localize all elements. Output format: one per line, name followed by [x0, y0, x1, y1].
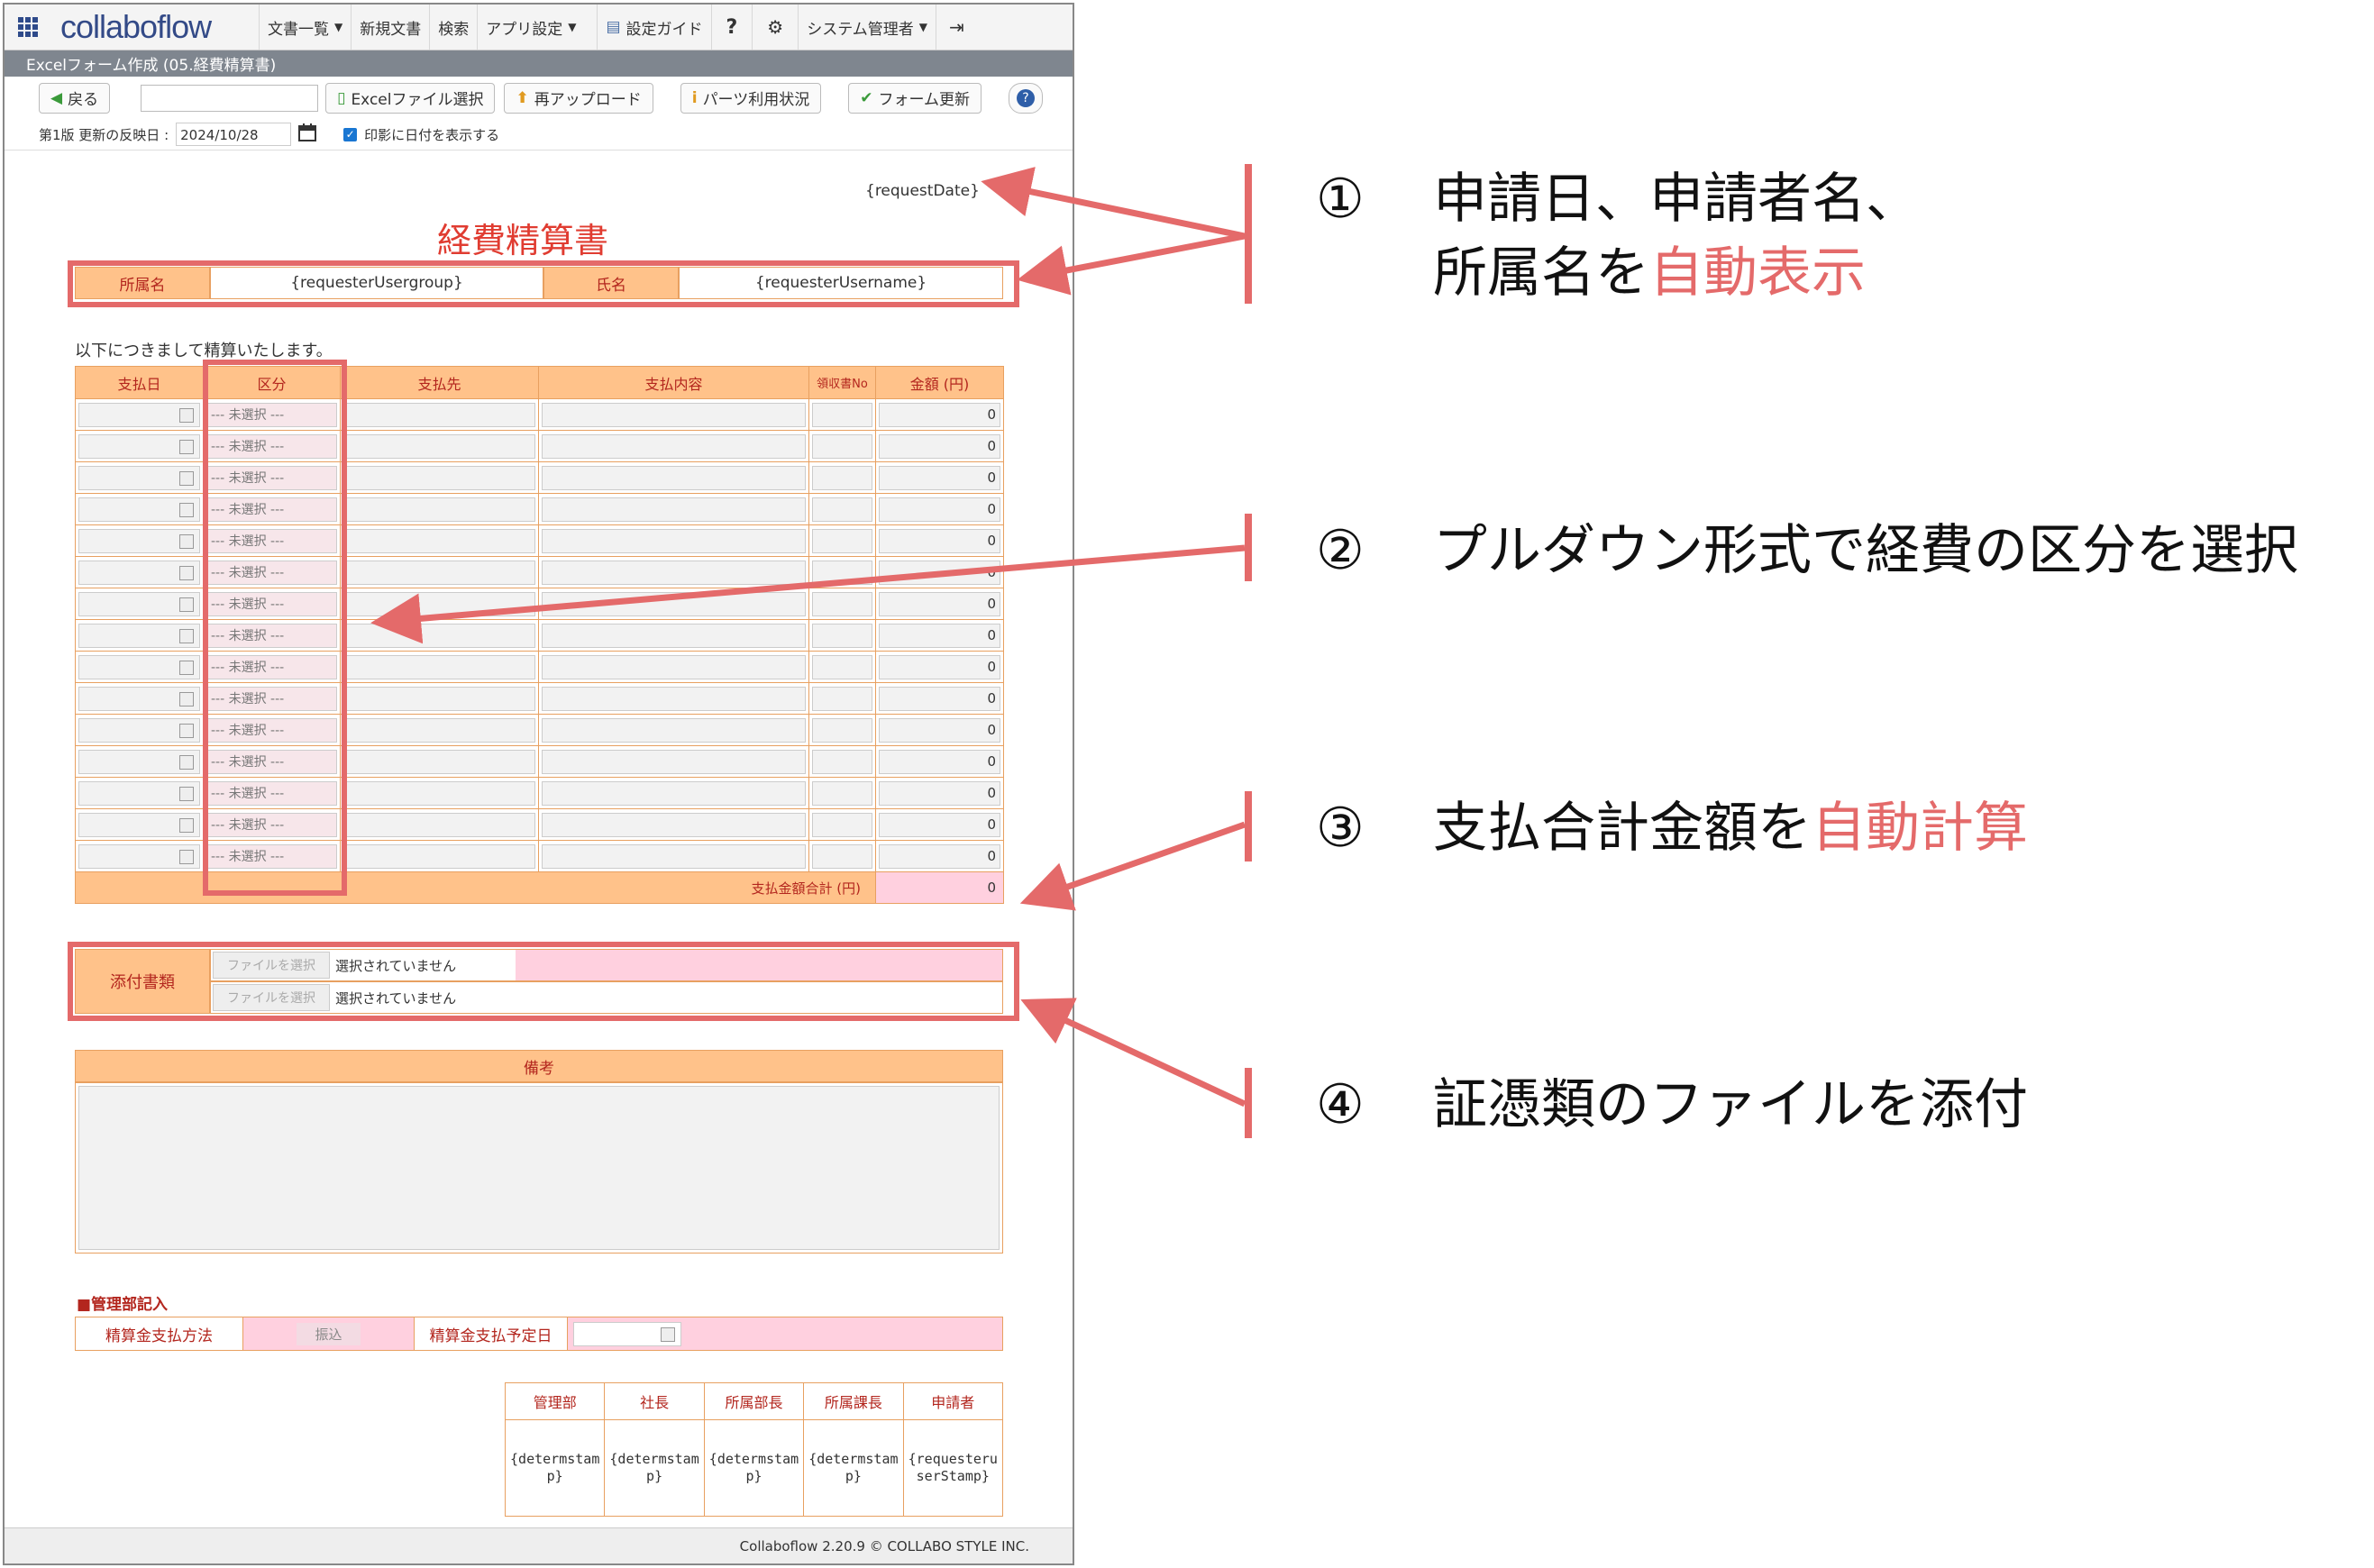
annotation-2: ② プルダウン形式で経費の区分を選択	[1316, 514, 2298, 588]
annotation-text: 支払合計金額を	[1433, 797, 1812, 860]
arrow-to-category	[370, 544, 1246, 644]
annotation-highlight: 自動計算	[1812, 797, 2028, 860]
annotation-text: 申請日、申請者名、	[1433, 168, 1920, 231]
annotation-1: ① 申請日、申請者名、 所属名を自動表示	[1316, 162, 1920, 310]
annotation-number: ①	[1316, 168, 1365, 231]
arrow-to-dept-name	[1017, 232, 1246, 296]
annotation-number: ②	[1316, 519, 1365, 582]
annotation-text: プルダウン形式で経費の区分を選択	[1433, 519, 2298, 582]
arrow-to-attachments	[1020, 998, 1246, 1108]
annotation-3: ③ 支払合計金額を自動計算	[1316, 791, 2028, 865]
annotation-number: ④	[1316, 1073, 1365, 1136]
annotation-text: 所属名を	[1433, 242, 1649, 305]
annotation-highlight: 自動表示	[1649, 242, 1866, 305]
arrow-to-total	[1019, 821, 1246, 911]
annotation-arrows	[370, 167, 1246, 1108]
arrow-to-request-date	[981, 167, 1246, 240]
annotation-4: ④ 証憑類のファイルを添付	[1316, 1068, 2028, 1142]
annotation-number: ③	[1316, 797, 1365, 860]
annotation-text: 証憑類のファイルを添付	[1433, 1073, 2028, 1136]
